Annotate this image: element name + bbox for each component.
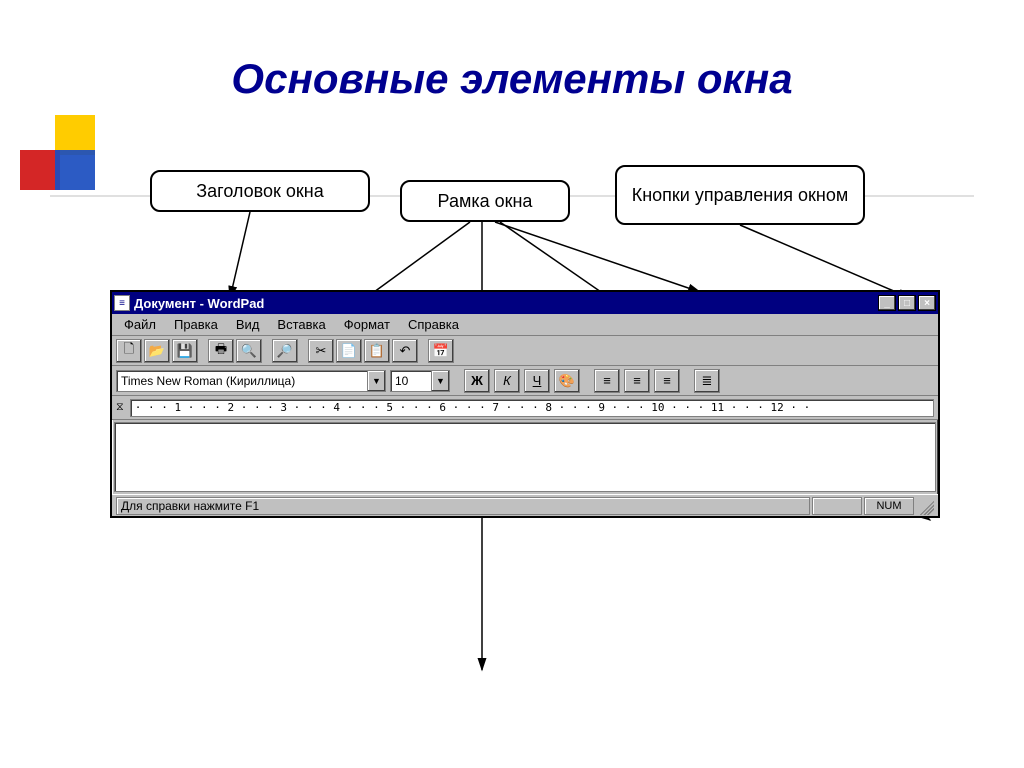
underline-button[interactable]: Ч <box>524 369 550 393</box>
standard-toolbar: 🗋 📂 💾 🖶 🔍 🔎 ✂ 📄 📋 ↶ 📅 <box>112 336 938 366</box>
menu-help[interactable]: Справка <box>400 315 467 334</box>
undo-button[interactable]: ↶ <box>392 339 418 363</box>
menu-view[interactable]: Вид <box>228 315 268 334</box>
slide-title: Основные элементы окна <box>0 55 1024 103</box>
callout-window-buttons: Кнопки управления окном <box>615 165 865 225</box>
ruler[interactable]: · · · 1 · · · 2 · · · 3 · · · 4 · · · 5 … <box>130 399 934 417</box>
find-button[interactable]: 🔎 <box>272 339 298 363</box>
callout-window-frame: Рамка окна <box>400 180 570 222</box>
format-toolbar: Times New Roman (Кириллица) ▼ 10 ▼ Ж К Ч… <box>112 366 938 396</box>
app-icon: ≡ <box>114 295 130 311</box>
menu-file[interactable]: Файл <box>116 315 164 334</box>
maximize-button[interactable]: □ <box>898 295 916 311</box>
datetime-button[interactable]: 📅 <box>428 339 454 363</box>
save-button[interactable]: 💾 <box>172 339 198 363</box>
menu-format[interactable]: Формат <box>336 315 398 334</box>
status-cell-blank <box>812 497 862 515</box>
new-button[interactable]: 🗋 <box>116 339 142 363</box>
status-message: Для справки нажмите F1 <box>116 497 810 515</box>
status-numlock: NUM <box>864 497 914 515</box>
close-button[interactable]: × <box>918 295 936 311</box>
preview-button[interactable]: 🔍 <box>236 339 262 363</box>
ruler-bar: ⧖ · · · 1 · · · 2 · · · 3 · · · 4 · · · … <box>112 396 938 420</box>
menu-bar: Файл Правка Вид Вставка Формат Справка <box>112 314 938 336</box>
bullets-button[interactable]: ≣ <box>694 369 720 393</box>
open-button[interactable]: 📂 <box>144 339 170 363</box>
print-button[interactable]: 🖶 <box>208 339 234 363</box>
cut-button[interactable]: ✂ <box>308 339 334 363</box>
font-size-value: 10 <box>391 374 412 388</box>
dropdown-icon[interactable]: ▼ <box>431 371 449 391</box>
align-right-button[interactable]: ≡ <box>654 369 680 393</box>
decorative-squares <box>20 115 100 195</box>
wordpad-window: ≡ Документ - WordPad _ □ × Файл Правка В… <box>110 290 940 518</box>
menu-insert[interactable]: Вставка <box>269 315 333 334</box>
callout-window-title: Заголовок окна <box>150 170 370 212</box>
ruler-marker-icon[interactable]: ⧖ <box>116 401 124 414</box>
align-center-button[interactable]: ≡ <box>624 369 650 393</box>
align-left-button[interactable]: ≡ <box>594 369 620 393</box>
document-edit-area[interactable] <box>114 422 936 492</box>
status-bar: Для справки нажмите F1 NUM <box>112 494 938 516</box>
title-bar[interactable]: ≡ Документ - WordPad _ □ × <box>112 292 938 314</box>
copy-button[interactable]: 📄 <box>336 339 362 363</box>
menu-edit[interactable]: Правка <box>166 315 226 334</box>
dropdown-icon[interactable]: ▼ <box>367 371 385 391</box>
font-size-combo[interactable]: 10 ▼ <box>390 370 450 392</box>
window-title-text: Документ - WordPad <box>134 296 878 311</box>
minimize-button[interactable]: _ <box>878 295 896 311</box>
font-name-combo[interactable]: Times New Roman (Кириллица) ▼ <box>116 370 386 392</box>
resize-grip-icon[interactable] <box>916 497 934 515</box>
bold-button[interactable]: Ж <box>464 369 490 393</box>
color-button[interactable]: 🎨 <box>554 369 580 393</box>
font-name-value: Times New Roman (Кириллица) <box>117 374 299 388</box>
paste-button[interactable]: 📋 <box>364 339 390 363</box>
italic-button[interactable]: К <box>494 369 520 393</box>
